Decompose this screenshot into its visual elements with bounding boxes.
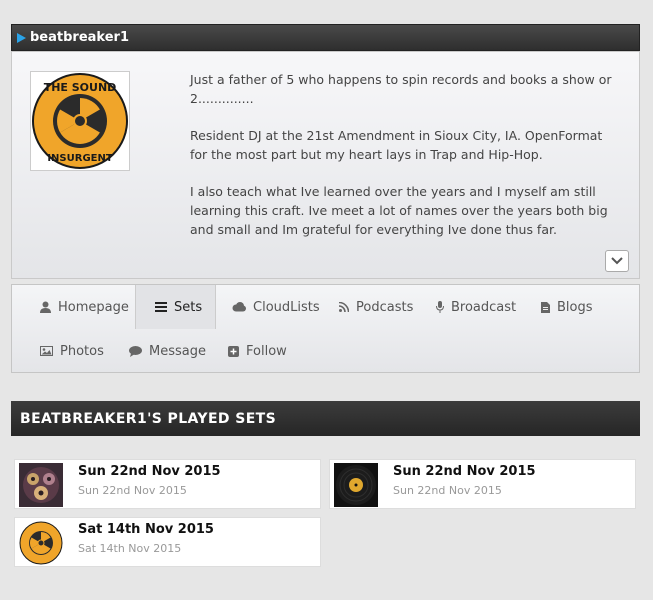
set-card[interactable]: Sun 22nd Nov 2015 Sun 22nd Nov 2015	[14, 459, 321, 509]
avatar: THE SOUND INSURGENT	[30, 71, 130, 171]
tab-label: Photos	[60, 343, 104, 359]
tab-label: CloudLists	[253, 299, 320, 315]
tab-message[interactable]: Message	[129, 329, 206, 373]
set-title[interactable]: Sat 14th Nov 2015	[78, 522, 214, 537]
svg-text:THE SOUND: THE SOUND	[44, 81, 117, 94]
document-icon	[541, 301, 550, 313]
profile-nav: Homepage Sets CloudLists Podcasts Broadc…	[11, 284, 640, 373]
tab-podcasts[interactable]: Podcasts	[339, 285, 413, 329]
tab-label: Sets	[174, 299, 203, 315]
vinyl-decks-thumbnail[interactable]	[19, 463, 63, 507]
microphone-icon	[436, 301, 444, 313]
set-card[interactable]: Sun 22nd Nov 2015 Sun 22nd Nov 2015	[329, 459, 636, 509]
tab-broadcast[interactable]: Broadcast	[436, 285, 516, 329]
profile-name[interactable]: beatbreaker1	[30, 30, 129, 45]
play-arrow-icon	[17, 32, 26, 43]
cloud-icon	[232, 302, 246, 312]
tab-photos[interactable]: Photos	[40, 329, 104, 373]
set-title[interactable]: Sun 22nd Nov 2015	[393, 464, 536, 479]
set-title[interactable]: Sun 22nd Nov 2015	[78, 464, 221, 479]
svg-text:INSURGENT: INSURGENT	[47, 153, 113, 164]
rss-icon	[339, 302, 349, 312]
tab-homepage[interactable]: Homepage	[40, 285, 129, 329]
sound-insurgent-logo: THE SOUND INSURGENT	[32, 73, 128, 169]
tab-label: Podcasts	[356, 299, 414, 315]
tab-cloudlists[interactable]: CloudLists	[232, 285, 320, 329]
tab-label: Homepage	[58, 299, 129, 315]
set-date: Sun 22nd Nov 2015	[393, 484, 502, 497]
expand-bio-button[interactable]	[605, 250, 629, 272]
vinyl-record-thumbnail[interactable]	[334, 463, 378, 507]
sound-insurgent-logo-thumbnail[interactable]	[19, 521, 63, 565]
set-date: Sun 22nd Nov 2015	[78, 484, 187, 497]
tab-sets[interactable]: Sets	[135, 285, 216, 329]
played-sets-header: BEATBREAKER1'S PLAYED SETS	[11, 401, 640, 436]
bio-paragraph: I also teach what Ive learned over the y…	[190, 184, 608, 237]
bio-paragraph: Just a father of 5 who happens to spin r…	[190, 72, 612, 106]
set-card[interactable]: Sat 14th Nov 2015 Sat 14th Nov 2015	[14, 517, 321, 567]
tab-label: Blogs	[557, 299, 593, 315]
section-title: BEATBREAKER1'S PLAYED SETS	[20, 410, 277, 427]
bio-panel: THE SOUND INSURGENT Just a father of 5 w…	[11, 51, 640, 279]
bio-text: Just a father of 5 who happens to spin r…	[190, 70, 620, 257]
list-icon	[155, 302, 167, 312]
set-date: Sat 14th Nov 2015	[78, 542, 182, 555]
tab-follow[interactable]: Follow	[228, 329, 287, 373]
tab-label: Follow	[246, 343, 287, 359]
tab-label: Broadcast	[451, 299, 517, 315]
chevron-down-icon	[611, 257, 623, 265]
bio-paragraph: Resident DJ at the 21st Amendment in Sio…	[190, 128, 603, 162]
user-icon	[40, 301, 51, 313]
tab-label: Message	[149, 343, 206, 359]
image-icon	[40, 346, 53, 356]
tab-blogs[interactable]: Blogs	[541, 285, 593, 329]
plus-icon	[228, 345, 239, 357]
profile-header: beatbreaker1	[11, 24, 640, 51]
chat-bubble-icon	[129, 345, 142, 357]
